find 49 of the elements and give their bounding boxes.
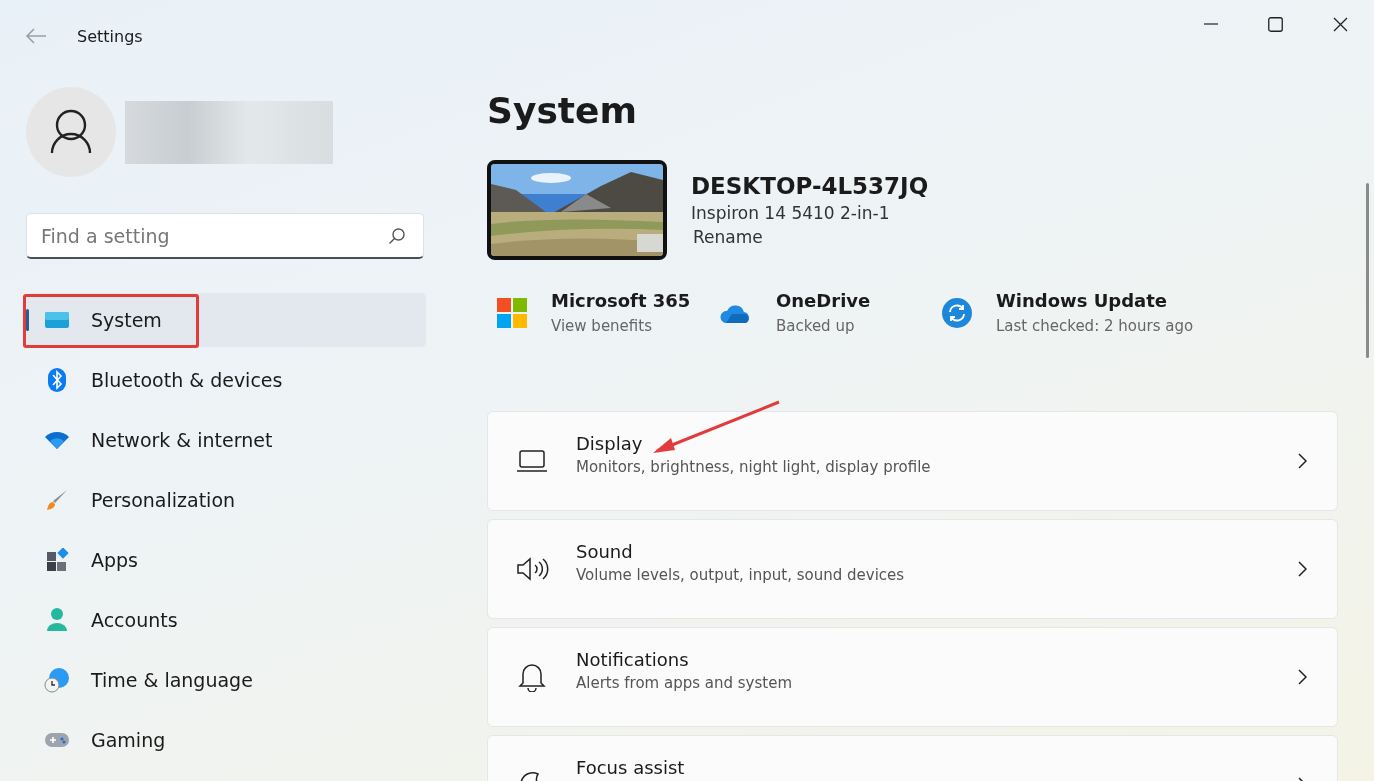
settings-card[interactable]: Sound Volume levels, output, input, sound devices bbox=[487, 519, 1338, 619]
nav-item[interactable]: Apps bbox=[26, 533, 426, 587]
card-subtitle: Monitors, brightness, night light, display profile bbox=[576, 458, 932, 476]
scrollbar[interactable] bbox=[1366, 183, 1369, 358]
status-subtitle: View benefits bbox=[551, 317, 653, 335]
globe-clock-icon bbox=[42, 667, 72, 693]
sync-icon[interactable] bbox=[942, 297, 972, 328]
nav-item[interactable]: Bluetooth & devices bbox=[26, 353, 426, 407]
nav-item[interactable]: Network & internet bbox=[26, 413, 426, 467]
bell-icon bbox=[515, 662, 549, 692]
monitor-icon bbox=[42, 310, 72, 330]
card-title: Focus assist bbox=[576, 758, 686, 778]
status-subtitle: Last checked: 2 hours ago bbox=[996, 317, 1194, 335]
status-title[interactable]: OneDrive bbox=[776, 290, 871, 311]
chevron-right-icon bbox=[1297, 561, 1307, 577]
back-arrow-icon[interactable] bbox=[25, 28, 47, 44]
gamepad-icon bbox=[42, 731, 72, 749]
status-subtitle: Backed up bbox=[776, 317, 856, 335]
nav-item[interactable]: System bbox=[26, 293, 426, 347]
close-icon[interactable] bbox=[1333, 16, 1348, 32]
window-title: Settings bbox=[77, 26, 143, 46]
device-name: DESKTOP-4L537JQ bbox=[691, 173, 929, 199]
page-title: System bbox=[487, 89, 638, 133]
nav-item[interactable]: Gaming bbox=[26, 713, 426, 767]
card-subtitle: Volume levels, output, input, sound devices bbox=[576, 566, 906, 584]
chevron-right-icon bbox=[1297, 669, 1307, 685]
search-icon bbox=[388, 227, 406, 245]
four-squares-logo-icon[interactable] bbox=[497, 297, 527, 328]
device-model: Inspiron 14 5410 2-in-1 bbox=[691, 203, 891, 223]
nav-item[interactable]: Time & language bbox=[26, 653, 426, 707]
search-field[interactable]: Find a setting bbox=[26, 213, 424, 259]
speaker-icon bbox=[515, 556, 549, 582]
card-title: Notifications bbox=[576, 650, 690, 670]
settings-card[interactable]: Notifications Alerts from apps and system bbox=[487, 627, 1338, 727]
settings-card[interactable]: Display Monitors, brightness, night light, display profile bbox=[487, 411, 1338, 511]
nav-item[interactable]: Personalization bbox=[26, 473, 426, 527]
rename-link[interactable]: Rename bbox=[693, 227, 929, 247]
chevron-right-icon bbox=[1297, 453, 1307, 469]
maximize-icon[interactable] bbox=[1268, 16, 1283, 32]
avatar-icon[interactable] bbox=[26, 87, 116, 177]
status-title[interactable]: Windows Update bbox=[996, 290, 1194, 311]
laptop-icon bbox=[515, 450, 549, 472]
card-title: Display bbox=[576, 434, 644, 454]
settings-card[interactable]: Focus assist bbox=[487, 735, 1338, 781]
nav-item[interactable]: Accounts bbox=[26, 593, 426, 647]
status-title[interactable]: Microsoft 365 bbox=[551, 290, 691, 311]
cloud-icon[interactable] bbox=[720, 302, 752, 323]
card-title: Sound bbox=[576, 542, 634, 562]
card-subtitle: Alerts from apps and system bbox=[576, 674, 793, 692]
